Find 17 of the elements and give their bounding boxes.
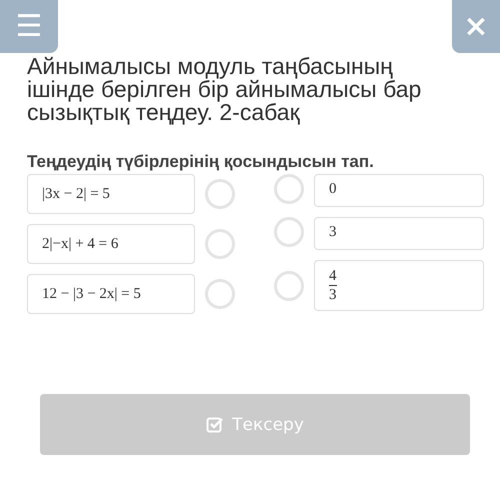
answer-text: 0 [329, 181, 336, 197]
radio-button[interactable] [205, 229, 235, 259]
close-button[interactable]: × [452, 0, 500, 53]
radio-button[interactable] [274, 270, 304, 300]
question-text: Теңдеудің түбірлерінің қосындысын тап. [27, 152, 375, 172]
lesson-title: Айнымалысы модуль таңбасының ішінде берілген бір айнымалысы бар сызықтық теңдеу. 2-сабақ [27, 55, 422, 124]
answer-text: 3 [329, 224, 336, 240]
equation-text: 12 − |3 − 2x| = 5 [42, 286, 141, 302]
menu-button[interactable]: ☰ [0, 0, 58, 53]
radio-button[interactable] [274, 217, 304, 247]
radio-button[interactable] [205, 279, 235, 309]
equation-text: 2|−x| + 4 = 6 [42, 236, 118, 252]
equation-text: |3x − 2| = 5 [42, 186, 110, 202]
checkbox-icon [206, 416, 224, 434]
fraction-text: 4 3 [329, 267, 336, 304]
radio-button[interactable] [274, 174, 304, 204]
radio-button[interactable] [205, 179, 235, 209]
